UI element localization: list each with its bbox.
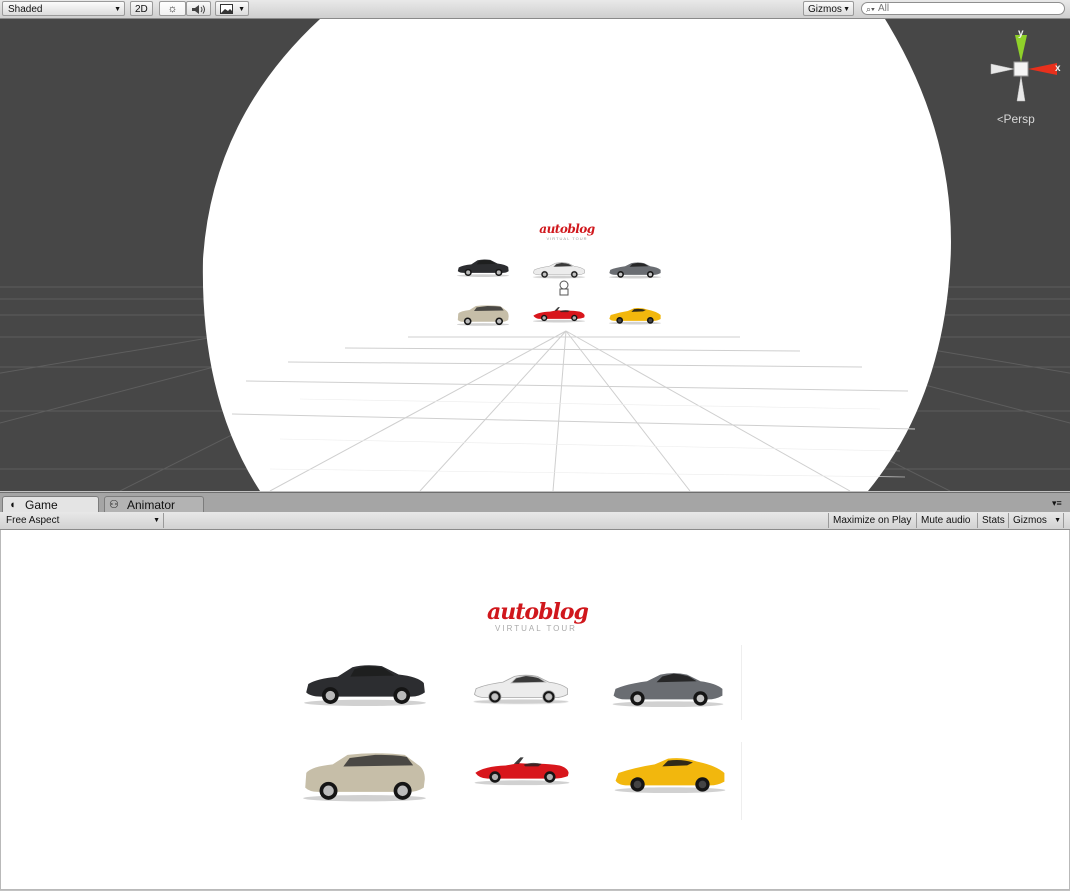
scene-logo: autoblog VIRTUAL TOUR xyxy=(538,222,596,241)
chevron-down-icon: ▼ xyxy=(153,517,160,524)
stats-button[interactable]: Stats xyxy=(977,513,1009,528)
scene-audio-button[interactable] xyxy=(186,1,211,16)
gizmo-x-label: x xyxy=(1055,63,1061,74)
draw-mode-dropdown[interactable]: Shaded ▼ xyxy=(2,1,125,16)
skydome-sphere[interactable] xyxy=(202,19,951,491)
chevron-down-icon: ▼ xyxy=(114,6,121,13)
car-black-sedan[interactable] xyxy=(302,660,428,708)
chevron-down-icon: ▼ xyxy=(1054,517,1061,524)
toggle-2d-label: 2D xyxy=(135,4,148,15)
image-icon xyxy=(220,4,233,14)
car-white-coupe[interactable] xyxy=(472,668,570,706)
mute-label: Mute audio xyxy=(921,515,971,526)
speaker-icon xyxy=(191,5,205,14)
scene-search-input[interactable]: ⌕▾ All xyxy=(861,2,1065,15)
maximize-label: Maximize on Play xyxy=(833,515,912,526)
search-placeholder: All xyxy=(878,3,890,14)
game-tab-strip: ◖ Game ⚇ Animator ▾≡ xyxy=(0,492,1070,513)
game-logo-brand: autoblog xyxy=(487,599,589,625)
search-icon: ⌕▾ xyxy=(866,4,875,14)
scene-car-yellow-supercar[interactable] xyxy=(608,305,662,325)
scene-car-silver-suv[interactable] xyxy=(456,303,510,327)
car-red-convertible[interactable] xyxy=(472,750,572,786)
car-silver-suv[interactable] xyxy=(301,748,428,804)
scene-car-white-coupe[interactable] xyxy=(532,259,586,279)
scene-logo-brand: autoblog xyxy=(539,222,595,236)
scene-car-black-sedan[interactable] xyxy=(456,257,510,278)
chevron-down-icon: ▼ xyxy=(238,6,245,13)
gizmo-y-label: y xyxy=(1018,28,1024,39)
tab-animator-label: Animator xyxy=(127,498,176,512)
car-yellow-supercar[interactable] xyxy=(611,752,729,794)
tab-game[interactable]: ◖ Game xyxy=(2,496,99,513)
draw-mode-label: Shaded xyxy=(8,4,43,15)
orientation-gizmo[interactable] xyxy=(990,35,1057,102)
aspect-dropdown[interactable]: Free Aspect ▼ xyxy=(2,513,164,528)
sun-icon: ☼ xyxy=(167,3,178,15)
tile-divider xyxy=(741,742,742,820)
game-view[interactable]: autoblog VIRTUAL TOUR xyxy=(0,530,1070,890)
tab-game-label: Game xyxy=(25,498,58,512)
tile-divider xyxy=(741,645,742,720)
car-gray-coupe[interactable] xyxy=(610,666,726,708)
projection-label: Persp xyxy=(1003,112,1035,126)
game-logo: autoblog VIRTUAL TOUR xyxy=(487,599,589,633)
scene-gizmos-dropdown[interactable]: Gizmos ▼ xyxy=(803,1,854,16)
game-toolbar: Free Aspect ▼ Maximize on Play Mute audi… xyxy=(0,512,1070,530)
scene-effects-dropdown[interactable]: ▼ xyxy=(215,1,249,16)
panel-menu-icon[interactable]: ▾≡ xyxy=(1052,498,1062,509)
chevron-down-icon: ▼ xyxy=(843,6,850,13)
scene-car-red-convertible[interactable] xyxy=(532,303,586,323)
scene-view[interactable]: y x <Persp autoblog VIRTUAL TOUR xyxy=(0,19,1070,491)
game-gizmos-label: Gizmos xyxy=(1013,515,1047,526)
stats-label: Stats xyxy=(982,515,1005,526)
maximize-on-play-button[interactable]: Maximize on Play xyxy=(828,513,915,528)
scene-canvas xyxy=(0,19,1070,491)
aspect-label: Free Aspect xyxy=(6,515,60,526)
mute-audio-button[interactable]: Mute audio xyxy=(916,513,974,528)
toggle-2d-button[interactable]: 2D xyxy=(130,1,153,16)
scene-lighting-button[interactable]: ☼ xyxy=(159,1,186,16)
scene-logo-tagline: VIRTUAL TOUR xyxy=(546,236,588,241)
scene-gizmos-label: Gizmos xyxy=(808,4,842,15)
scene-car-gray-coupe[interactable] xyxy=(608,259,662,279)
game-logo-tagline: VIRTUAL TOUR xyxy=(495,624,577,633)
projection-toggle[interactable]: <Persp xyxy=(997,112,1035,126)
game-gizmos-dropdown[interactable]: Gizmos ▼ xyxy=(1008,513,1064,528)
tab-animator[interactable]: ⚇ Animator xyxy=(104,496,204,513)
scene-toolbar: Shaded ▼ 2D ☼ ▼ Gizmos ▼ ⌕▾ All xyxy=(0,0,1070,19)
